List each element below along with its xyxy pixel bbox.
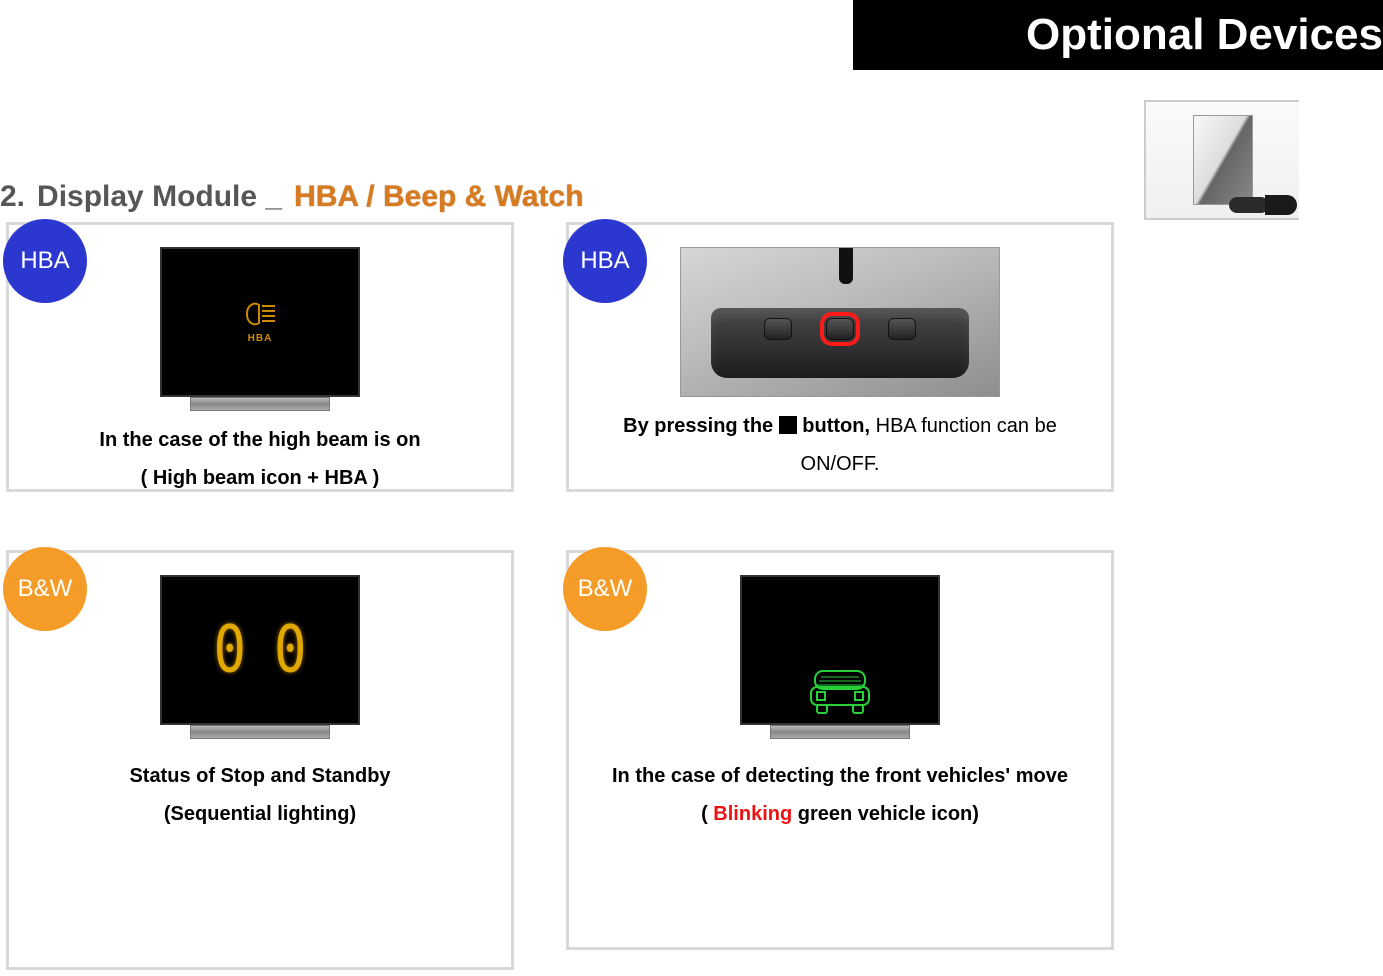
panel-bl-caption: Status of Stop and Standby (Sequential l… <box>27 757 493 833</box>
panel-bl-caption-line2: (Sequential lighting) <box>27 795 493 833</box>
camera-device-photo <box>680 247 1000 397</box>
panel-bl-caption-line1: Status of Stop and Standby <box>27 757 493 795</box>
panel-tr-caption: By pressing the button, HBA function can… <box>587 407 1093 483</box>
panel-tl-caption-line1: In the case of the high beam is on <box>27 421 493 459</box>
heading-subtitle: HBA / Beep & Watch <box>294 180 583 214</box>
bw-badge-label: B&W <box>18 575 73 603</box>
display-module-screen: HBA <box>160 247 360 397</box>
panel-hba-button: HBA By pressing the button, HBA function… <box>566 222 1114 492</box>
panel-br-caption-line1: In the case of detecting the front vehic… <box>587 757 1093 795</box>
bw-badge: B&W <box>563 547 647 631</box>
device-button-left <box>764 318 792 340</box>
vehicle-rear-icon <box>807 667 873 715</box>
section-banner: Optional Devices <box>853 0 1383 70</box>
display-module-thumbnail-screen <box>1193 115 1253 205</box>
panel-bw-standby: B&W 0 0 Status of Stop and Standby (Sequ… <box>6 550 514 970</box>
seven-segment-digit: 0 <box>213 618 246 683</box>
hba-badge-label: HBA <box>20 247 69 275</box>
device-cable <box>839 248 853 284</box>
bw-badge: B&W <box>3 547 87 631</box>
hba-badge-label: HBA <box>580 247 629 275</box>
square-button-icon <box>779 416 797 434</box>
display-module-screen <box>740 575 940 725</box>
panel-tl-caption-line2: ( High beam icon + HBA ) <box>27 459 493 497</box>
hba-screen-label: HBA <box>248 333 273 344</box>
panel-br-paren-open: ( <box>701 803 713 825</box>
display-module-screen: 0 0 <box>160 575 360 725</box>
section-heading: 2. Display Module _ HBA / Beep & Watch <box>0 180 584 214</box>
device-button-right <box>888 318 916 340</box>
display-module-base <box>190 725 330 739</box>
display-module-mockup: HBA <box>160 247 360 411</box>
panel-tr-prefix: By pressing the <box>623 415 779 437</box>
seven-segment-digit: 0 <box>274 618 307 683</box>
hba-badge: HBA <box>563 219 647 303</box>
hba-badge: HBA <box>3 219 87 303</box>
high-beam-icon <box>243 301 277 327</box>
panel-br-paren-rest: green vehicle icon) <box>792 803 979 825</box>
panel-tr-bold-after: button, <box>797 415 870 437</box>
panel-br-blinking-word: Blinking <box>713 803 792 825</box>
heading-title: Display Module _ <box>37 180 282 214</box>
section-banner-title: Optional Devices <box>1026 10 1383 60</box>
heading-number: 2. <box>0 180 25 214</box>
device-body <box>711 308 969 378</box>
seven-segment-row: 0 0 <box>213 623 306 677</box>
display-module-thumbnail-base <box>1229 194 1299 216</box>
panel-br-caption: In the case of detecting the front vehic… <box>587 757 1093 833</box>
display-module-base <box>190 397 330 411</box>
bw-badge-label: B&W <box>578 575 633 603</box>
display-module-base <box>770 725 910 739</box>
display-module-mockup: 0 0 <box>160 575 360 739</box>
display-module-thumbnail <box>1144 100 1299 220</box>
panel-hba-highbeam: HBA HBA In the case of the high beam is … <box>6 222 514 492</box>
display-module-mockup <box>740 575 940 739</box>
panel-bw-front-vehicle: B&W In the case of detecting the front v… <box>566 550 1114 950</box>
device-button-center-highlighted <box>826 318 854 340</box>
panel-tl-caption: In the case of the high beam is on ( Hig… <box>27 421 493 497</box>
